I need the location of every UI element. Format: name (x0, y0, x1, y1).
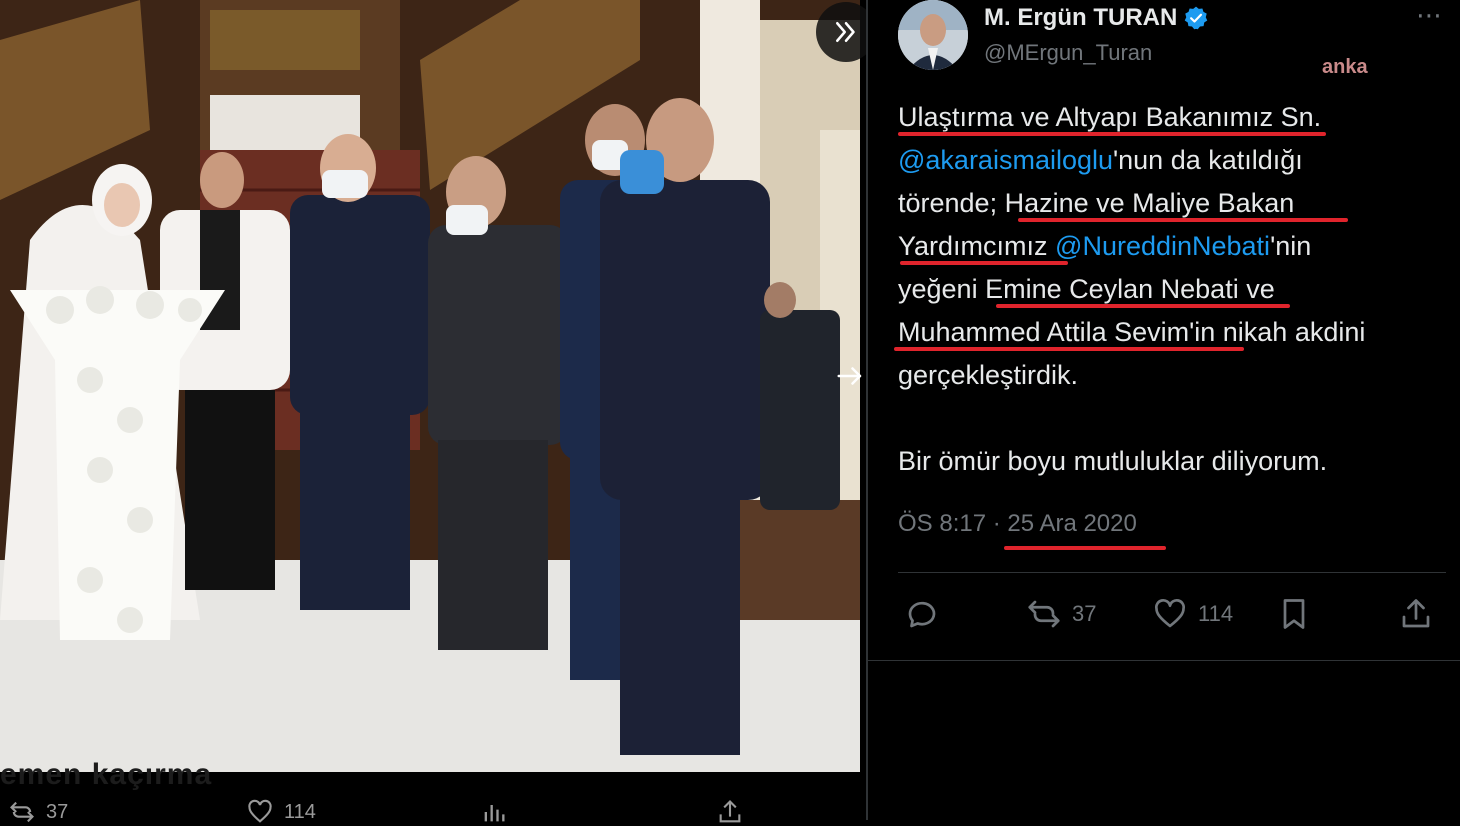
like-icon (248, 799, 272, 823)
ghost-caption: emen kaçırma (0, 758, 213, 791)
tweet-actions: 37 114 (898, 596, 1454, 640)
bookmark-button[interactable] (1276, 596, 1312, 632)
retweet-icon (1028, 600, 1060, 628)
tweet-photo[interactable] (0, 0, 860, 772)
tweet-line-3-text: törende; Hazine ve Maliye Bakan (898, 188, 1295, 218)
like-count: 114 (1198, 601, 1234, 626)
photo-share-stat[interactable] (716, 798, 744, 826)
red-underline-date (1004, 546, 1166, 550)
reply-icon (908, 601, 936, 628)
tweet-line-7-text: gerçekleştirdik. (898, 360, 1079, 390)
photo-like-stat[interactable]: 114 (246, 798, 316, 826)
analytics-icon (484, 805, 505, 822)
wedding-photo-illustration (0, 0, 860, 772)
red-underline (1018, 218, 1348, 222)
separator-bottom (868, 660, 1460, 661)
tweet-line-2-text: 'nun da katıldığı (1113, 145, 1303, 175)
author-handle[interactable]: @MErgun_Turan (984, 40, 1152, 66)
tweet-timestamp[interactable]: ÖS 8:17 · 25 Ara 2020 (898, 510, 1137, 538)
mention-nureddinnebati[interactable]: @NureddinNebati (1055, 231, 1270, 261)
tweet-line-5: yeğeni Emine Ceylan Nebati ve (898, 268, 1454, 311)
red-underline (900, 261, 1068, 265)
meta-separator: · (992, 510, 1008, 537)
retweet-icon (10, 801, 34, 823)
tweet-line-1-text: Ulaştırma ve Altyapı Bakanımız Sn. (898, 102, 1322, 132)
share-icon (1402, 599, 1430, 628)
next-image-button[interactable] (832, 358, 868, 394)
tweet-line-2: @akaraismailoglu'nun da katıldığı (898, 139, 1454, 182)
expand-icon (836, 22, 855, 42)
tweet-line-9-text: Bir ömür boyu mutluluklar diliyorum. (898, 446, 1328, 476)
avatar[interactable] (898, 0, 968, 70)
tweet-line-4: Yardımcımız @NureddinNebati'nin (898, 225, 1454, 268)
author-name[interactable]: M. Ergün TURAN (984, 4, 1209, 32)
tweet-line-4-text-b: 'nin (1270, 231, 1312, 261)
tweet-line-5-text: yeğeni Emine Ceylan Nebati ve (898, 274, 1275, 304)
separator (898, 572, 1446, 573)
verified-icon (1185, 6, 1208, 30)
retweet-count: 37 (1072, 601, 1097, 626)
tweet-line-7: gerçekleştirdik. (898, 354, 1454, 397)
bookmark-icon (1283, 599, 1305, 629)
tweet-line-1: Ulaştırma ve Altyapı Bakanımız Sn. (898, 96, 1454, 139)
photo-retweet-stat[interactable]: 37 (8, 798, 68, 826)
anka-watermark: anka (1322, 56, 1368, 78)
tweet-line-8 (898, 397, 1454, 440)
tweet-line-3: törende; Hazine ve Maliye Bakan (898, 182, 1454, 225)
tweet-line-9: Bir ömür boyu mutluluklar diliyorum. (898, 440, 1454, 483)
more-button[interactable]: ⋯ (1416, 0, 1443, 31)
tweet-date: 25 Ara 2020 (1007, 510, 1137, 537)
next-arrow-icon (837, 367, 862, 385)
tweet-line-4-text-a: Yardımcımız (898, 231, 1056, 261)
tweet-line-6: Muhammed Attila Sevim'in nikah akdini (894, 311, 1454, 354)
red-underline (894, 347, 1244, 351)
share-icon (719, 800, 741, 823)
share-button[interactable] (1398, 596, 1434, 632)
tweet-time: ÖS 8:17 (898, 510, 987, 537)
red-underline (898, 132, 1326, 136)
tweet-line-6-text: Muhammed Attila Sevim'in nikah akdini (898, 317, 1366, 347)
like-button[interactable]: 114 (1152, 596, 1233, 632)
tweet-text: Ulaştırma ve Altyapı Bakanımız Sn. @akar… (894, 96, 1454, 483)
more-icon: ⋯ (1416, 0, 1443, 30)
mention-akaraismailoglu[interactable]: @akaraismailoglu (898, 145, 1113, 175)
retweet-button[interactable]: 37 (1026, 596, 1096, 632)
photo-like-count: 114 (284, 800, 316, 823)
avatar-photo (898, 0, 968, 70)
photo-retweet-count: 37 (46, 800, 69, 823)
photo-views-stat[interactable] (480, 798, 508, 826)
tweet-panel: M. Ergün TURAN @MErgun_Turan ⋯ anka Ulaş… (868, 0, 1460, 820)
like-icon (1155, 599, 1185, 628)
red-underline (996, 304, 1290, 308)
author-name-text: M. Ergün TURAN (984, 4, 1178, 31)
reply-button[interactable] (904, 596, 940, 632)
